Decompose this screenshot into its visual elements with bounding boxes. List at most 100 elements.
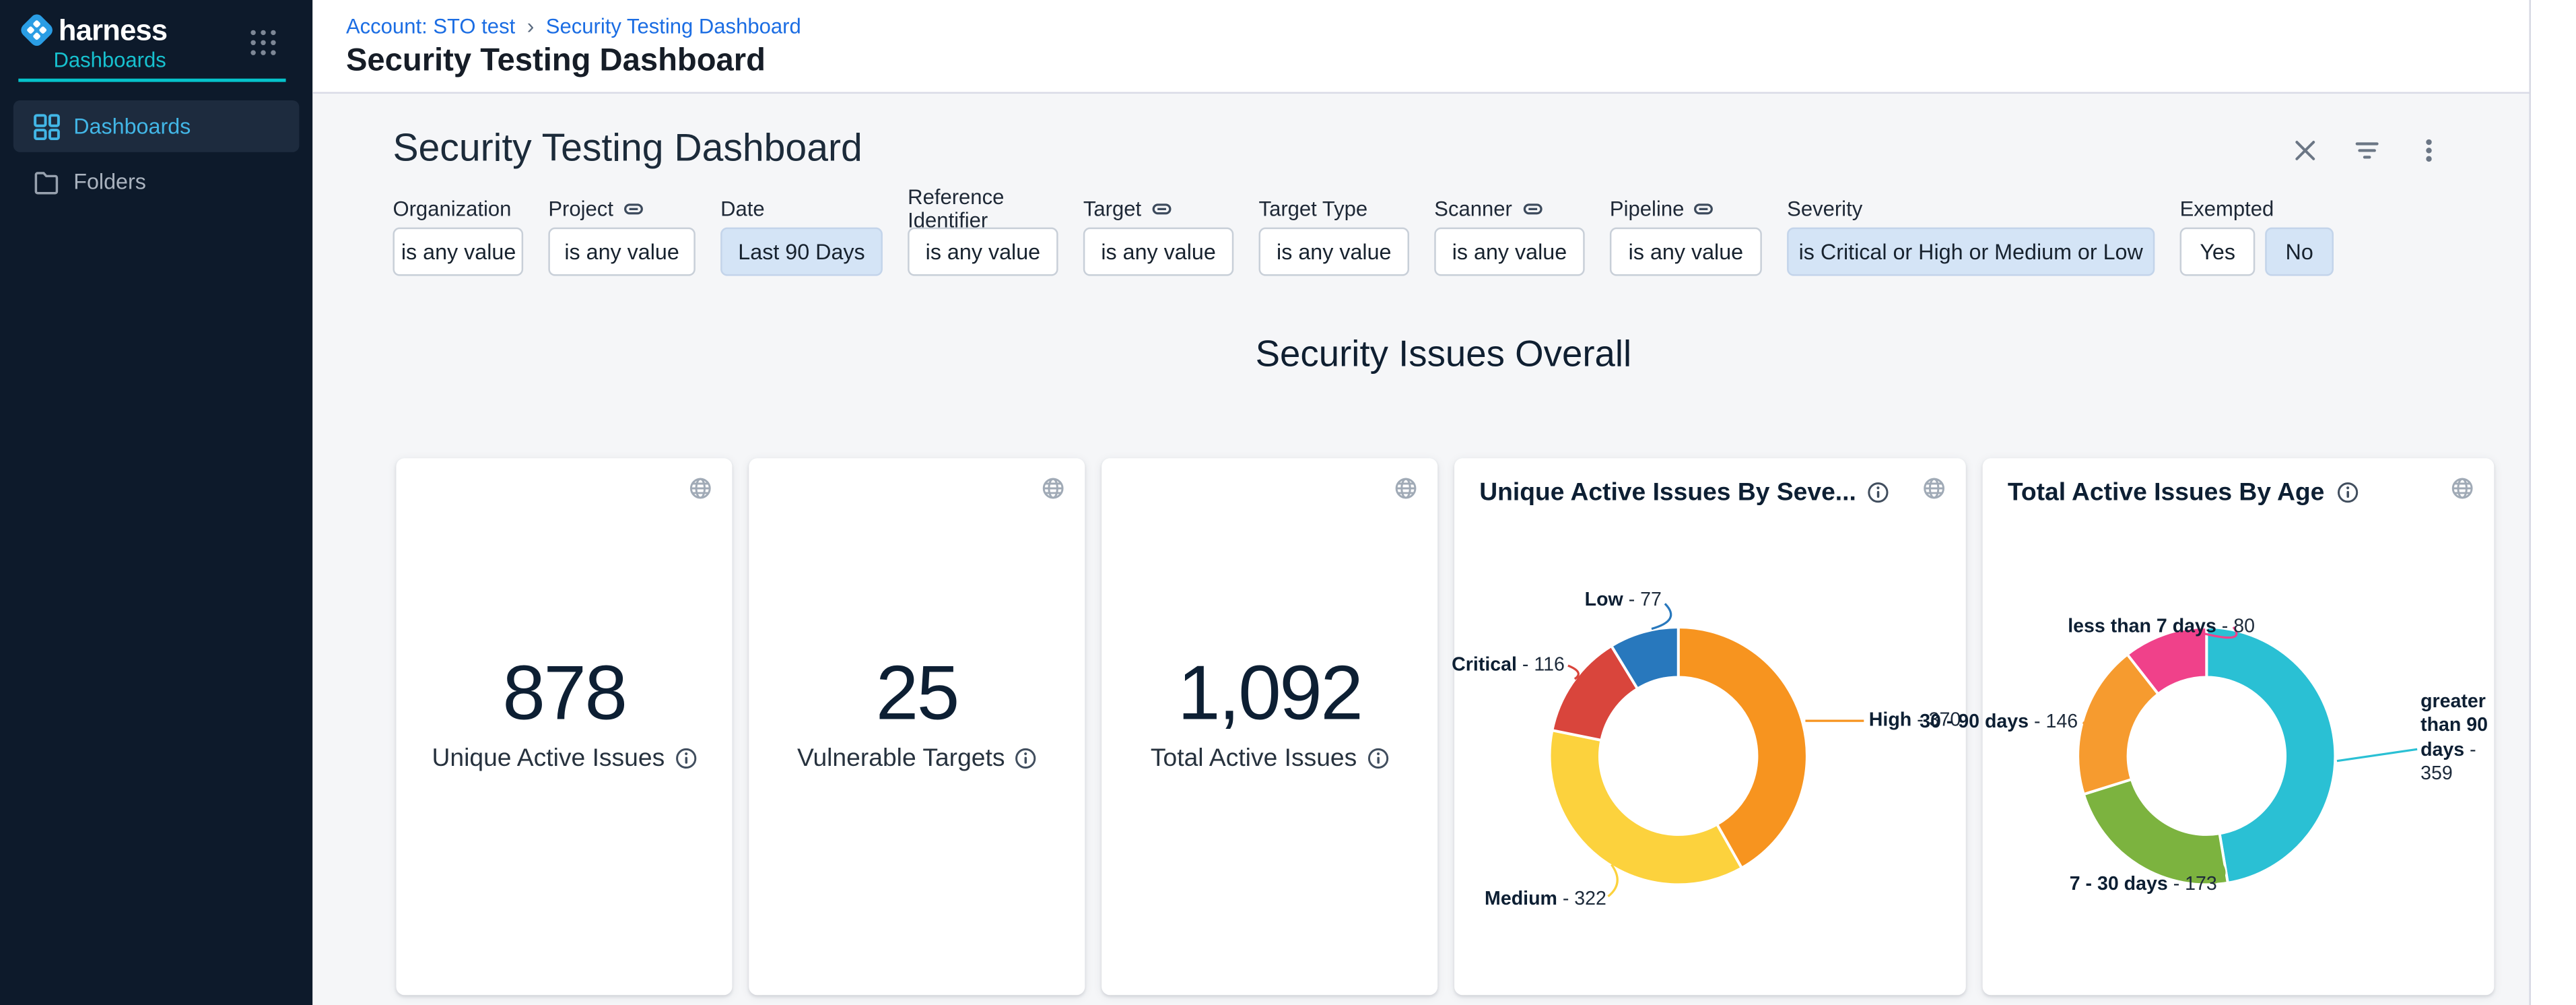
donut-segment-medium[interactable] bbox=[1550, 730, 1742, 884]
filter-toggle-group: YesNo bbox=[2180, 228, 2334, 276]
stat-label: Total Active Issues bbox=[1101, 744, 1437, 773]
dashboard-actions bbox=[2292, 137, 2442, 164]
donut-label-30-90-days: 30 - 90 days - 146 bbox=[1920, 711, 2078, 735]
info-icon[interactable] bbox=[1015, 748, 1036, 769]
page-title: Security Testing Dashboard bbox=[346, 44, 766, 81]
donut-label-7-30-days: 7 - 30 days - 173 bbox=[2070, 873, 2217, 897]
filter-label-text: Scanner bbox=[1434, 197, 1512, 221]
link-icon bbox=[623, 199, 644, 219]
filter-label: Organization bbox=[393, 197, 523, 221]
filter-label-text: Target Type bbox=[1259, 197, 1368, 221]
filter-severity: Severity is Critical or High or Medium or… bbox=[1787, 197, 2155, 276]
sidebar-item-label: Dashboards bbox=[73, 114, 191, 139]
filter-label: Project bbox=[548, 197, 695, 221]
dashboard-panel: Security Testing Dashboard Organization i… bbox=[312, 92, 2529, 1005]
globe-icon bbox=[1394, 477, 1418, 500]
filter-label-text: Severity bbox=[1787, 197, 1862, 221]
harness-logo[interactable]: harness bbox=[18, 11, 167, 48]
donut-label-low: Low - 77 bbox=[1585, 589, 1662, 613]
stat-value: 25 bbox=[749, 647, 1085, 738]
filter-label-text: Pipeline bbox=[1610, 197, 1684, 221]
filter-option-no[interactable]: No bbox=[2266, 228, 2334, 276]
stat-card-unique-active-issues: 878 Unique Active Issues bbox=[396, 458, 732, 995]
filter-icon[interactable] bbox=[2354, 137, 2381, 164]
stat-label: Unique Active Issues bbox=[396, 744, 732, 773]
filter-label-text: Organization bbox=[393, 197, 511, 221]
info-icon[interactable] bbox=[675, 748, 696, 769]
donut-label-critical: Critical - 116 bbox=[1452, 654, 1565, 678]
dashboard-title: Security Testing Dashboard bbox=[393, 125, 862, 170]
filter-value-button[interactable]: is Critical or High or Medium or Low bbox=[1787, 228, 2155, 276]
link-icon bbox=[1522, 199, 1543, 219]
section-heading: Security Issues Overall bbox=[396, 333, 2490, 377]
filter-label-text: Exempted bbox=[2180, 197, 2274, 221]
sidebar-item-dashboards[interactable]: Dashboards bbox=[13, 100, 300, 152]
label-connector bbox=[1568, 666, 1579, 679]
stat-label: Vulnerable Targets bbox=[749, 744, 1085, 773]
filter-value-button[interactable]: is any value bbox=[1434, 228, 1584, 276]
filter-project: Project is any value bbox=[548, 197, 695, 276]
filter-value-button[interactable]: is any value bbox=[908, 228, 1058, 276]
filter-label: Scanner bbox=[1434, 197, 1584, 221]
breadcrumb-page-link[interactable]: Security Testing Dashboard bbox=[546, 14, 801, 38]
filter-exempted: Exempted YesNo bbox=[2180, 197, 2334, 276]
link-icon bbox=[1151, 199, 1172, 219]
donut-segment-7-30-days[interactable] bbox=[2084, 779, 2228, 884]
filter-label-text: Target bbox=[1083, 197, 1141, 221]
stat-label-text: Total Active Issues bbox=[1151, 744, 1357, 773]
stat-card-total-active-issues: 1,092 Total Active Issues bbox=[1101, 458, 1437, 995]
filter-label: Target bbox=[1083, 197, 1233, 221]
app-root: harness Dashboards Dashboards Folders Acc… bbox=[0, 0, 2576, 1005]
logo-subtitle: Dashboards bbox=[53, 48, 166, 72]
chart-card-total-active-issues-by-age: Total Active Issues By Agegreater than 9… bbox=[1983, 458, 2495, 995]
sidebar-nav: Dashboards Folders bbox=[0, 97, 312, 211]
filter-value-button[interactable]: is any value bbox=[1259, 228, 1409, 276]
label-connector bbox=[2337, 749, 2417, 760]
apps-grid-icon[interactable] bbox=[250, 30, 275, 55]
filter-value-button[interactable]: is any value bbox=[393, 228, 523, 276]
filter-scanner: Scanner is any value bbox=[1434, 197, 1584, 276]
folder-icon bbox=[34, 168, 61, 195]
filter-label-text: Date bbox=[720, 197, 765, 221]
filter-label: Target Type bbox=[1259, 197, 1409, 221]
close-icon[interactable] bbox=[2292, 137, 2319, 164]
cards-row: 878 Unique Active Issues 25 Vulnerable Targ… bbox=[396, 458, 2494, 995]
scrollbar-track[interactable] bbox=[2529, 0, 2576, 1005]
filter-value-button[interactable]: is any value bbox=[1610, 228, 1762, 276]
filter-label-text: Reference Identifier bbox=[908, 186, 1058, 233]
topbar: Account: STO test › Security Testing Das… bbox=[312, 0, 2529, 92]
filter-value-button[interactable]: is any value bbox=[1083, 228, 1233, 276]
kebab-menu-icon[interactable] bbox=[2416, 137, 2443, 164]
logo-text: harness bbox=[59, 13, 167, 48]
filter-pipeline: Pipeline is any value bbox=[1610, 197, 1762, 276]
donut-segment-greater-than-90-days[interactable] bbox=[2206, 627, 2335, 883]
filter-label: Reference Identifier bbox=[908, 197, 1058, 221]
donut-label-medium: Medium - 322 bbox=[1485, 888, 1606, 912]
filter-date: Date Last 90 Days bbox=[720, 197, 883, 276]
filter-reference-identifier: Reference Identifier is any value bbox=[908, 197, 1058, 276]
breadcrumb-account-link[interactable]: Account: STO test bbox=[346, 14, 515, 38]
filter-value-button[interactable]: Last 90 Days bbox=[720, 228, 883, 276]
stat-value: 878 bbox=[396, 647, 732, 738]
filter-label: Severity bbox=[1787, 197, 2155, 221]
stat-value: 1,092 bbox=[1101, 647, 1437, 738]
info-icon[interactable] bbox=[1367, 748, 1388, 769]
harness-diamond-icon bbox=[18, 11, 55, 48]
filter-bar: Organization is any value Project is any va… bbox=[393, 197, 2333, 276]
filter-option-yes[interactable]: Yes bbox=[2180, 228, 2256, 276]
chart-card-unique-active-issues-by-seve: Unique Active Issues By Seve...High - 37… bbox=[1454, 458, 1966, 995]
globe-icon bbox=[689, 477, 712, 500]
filter-target: Target is any value bbox=[1083, 197, 1233, 276]
dashboards-grid-icon bbox=[34, 113, 61, 140]
sidebar-item-folders[interactable]: Folders bbox=[13, 156, 300, 207]
donut-label-greater-than-90-days: greater than 90 days - 359 bbox=[2420, 690, 2490, 787]
stat-label-text: Vulnerable Targets bbox=[797, 744, 1005, 773]
stat-label-text: Unique Active Issues bbox=[432, 744, 665, 773]
filter-target-type: Target Type is any value bbox=[1259, 197, 1409, 276]
sidebar: harness Dashboards Dashboards Folders bbox=[0, 0, 312, 1005]
filter-label: Pipeline bbox=[1610, 197, 1762, 221]
filter-value-button[interactable]: is any value bbox=[548, 228, 695, 276]
filter-label: Exempted bbox=[2180, 197, 2334, 221]
sidebar-divider bbox=[18, 79, 285, 82]
breadcrumb-separator: › bbox=[527, 13, 535, 38]
